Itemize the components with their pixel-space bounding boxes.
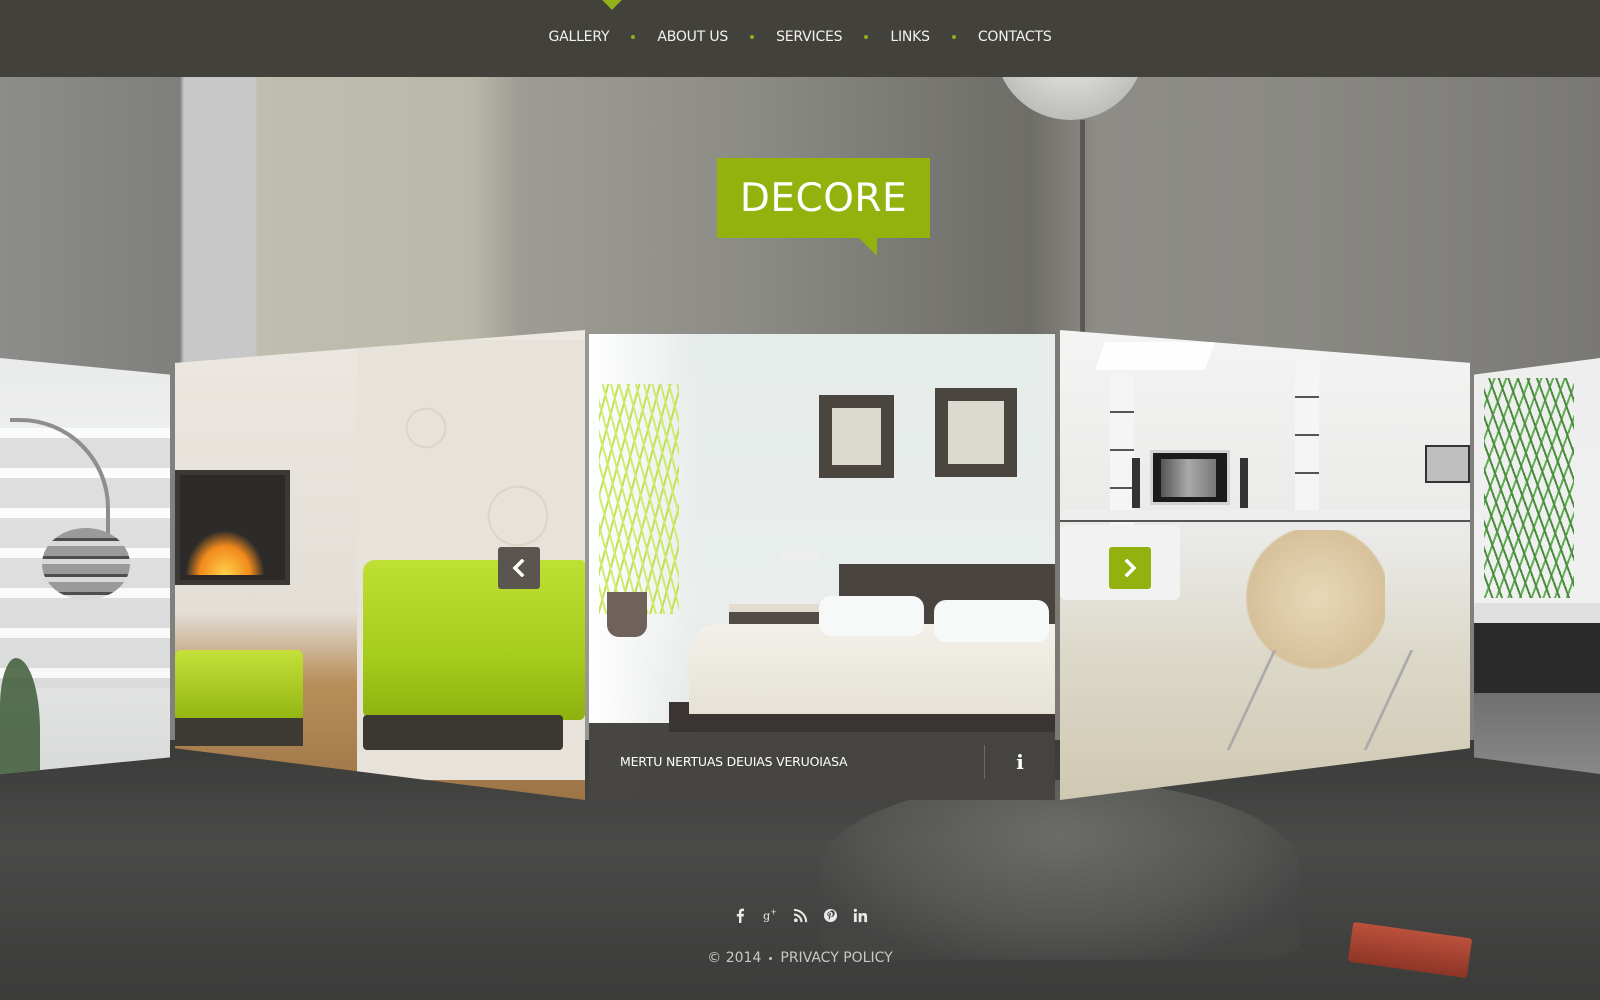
shelf-image	[1295, 360, 1319, 520]
carousel-slide-active[interactable]: MERTU NERTUAS DEUIAS VERUOIASA i	[589, 334, 1055, 800]
svg-text:g: g	[763, 909, 770, 922]
green-armchair-image	[363, 560, 585, 720]
social-links: g +	[0, 906, 1600, 924]
carousel-next-button[interactable]	[1109, 547, 1151, 589]
linkedin-icon[interactable]	[851, 906, 869, 924]
nav-item-contacts[interactable]: Contacts	[978, 29, 1052, 45]
pinterest-icon[interactable]	[821, 906, 839, 924]
nav-separator	[631, 35, 636, 39]
carousel-slide[interactable]	[1474, 358, 1600, 774]
nav-item-about-us[interactable]: About Us	[657, 29, 728, 45]
copyright-text: © 2014	[707, 950, 762, 966]
nav-separator	[864, 35, 869, 39]
wall-frame-image	[1425, 445, 1470, 483]
info-button[interactable]: i	[985, 723, 1055, 800]
site-footer: © 2014 Privacy Policy	[0, 950, 1600, 966]
nav-item-gallery[interactable]: Gallery	[548, 29, 609, 45]
background-lamp-pole	[1080, 120, 1085, 340]
privacy-policy-link[interactable]: Privacy Policy	[780, 950, 892, 966]
carousel-prev-button[interactable]	[498, 547, 540, 589]
active-nav-marker	[602, 0, 622, 10]
tv-image	[1150, 450, 1230, 505]
slide-caption-bar: MERTU NERTUAS DEUIAS VERUOIASA i	[589, 723, 1055, 800]
plant-image	[599, 384, 679, 614]
ottoman-base-image	[175, 718, 303, 746]
chevron-right-icon	[1124, 559, 1137, 577]
logo-speech-tail	[859, 238, 877, 256]
palm-plant-image	[1484, 378, 1574, 598]
pendant-lamp-image	[42, 528, 130, 600]
info-icon: i	[1016, 749, 1024, 774]
facebook-icon[interactable]	[731, 906, 749, 924]
ceiling-light-image	[1094, 342, 1216, 370]
ottoman-image	[175, 650, 303, 720]
site-header: Gallery About Us Services Links Contacts	[0, 0, 1600, 77]
table-lamp-image	[779, 550, 819, 562]
gallery-carousel: MERTU NERTUAS DEUIAS VERUOIASA i	[0, 330, 1600, 810]
nav-separator	[750, 35, 755, 39]
tv-unit-image	[1060, 510, 1470, 522]
wall-frame-image	[819, 395, 894, 478]
logo-text: DECORE	[739, 175, 908, 221]
chevron-left-icon	[512, 559, 525, 577]
nav-item-services[interactable]: Services	[776, 29, 843, 45]
nav-item-links[interactable]: Links	[890, 29, 930, 45]
rss-icon[interactable]	[791, 906, 809, 924]
wall-frame-image	[935, 388, 1017, 477]
armchair-base-image	[363, 715, 563, 750]
google-plus-icon[interactable]: g +	[761, 906, 779, 924]
speaker-image	[1132, 458, 1140, 508]
speaker-image	[1240, 458, 1248, 508]
footer-separator	[769, 956, 773, 960]
svg-text:+: +	[770, 908, 776, 917]
pillow-image	[934, 600, 1049, 642]
flame-image	[185, 530, 265, 575]
main-nav: Gallery About Us Services Links Contacts	[0, 29, 1600, 45]
nav-separator	[951, 35, 956, 39]
plant-pot-image	[607, 592, 647, 637]
pillow-image	[819, 596, 924, 636]
carousel-slide[interactable]	[0, 358, 170, 774]
slide-caption: MERTU NERTUAS DEUIAS VERUOIASA	[620, 754, 848, 769]
logo[interactable]: DECORE	[717, 158, 930, 256]
dark-sofa-image	[1474, 603, 1600, 693]
